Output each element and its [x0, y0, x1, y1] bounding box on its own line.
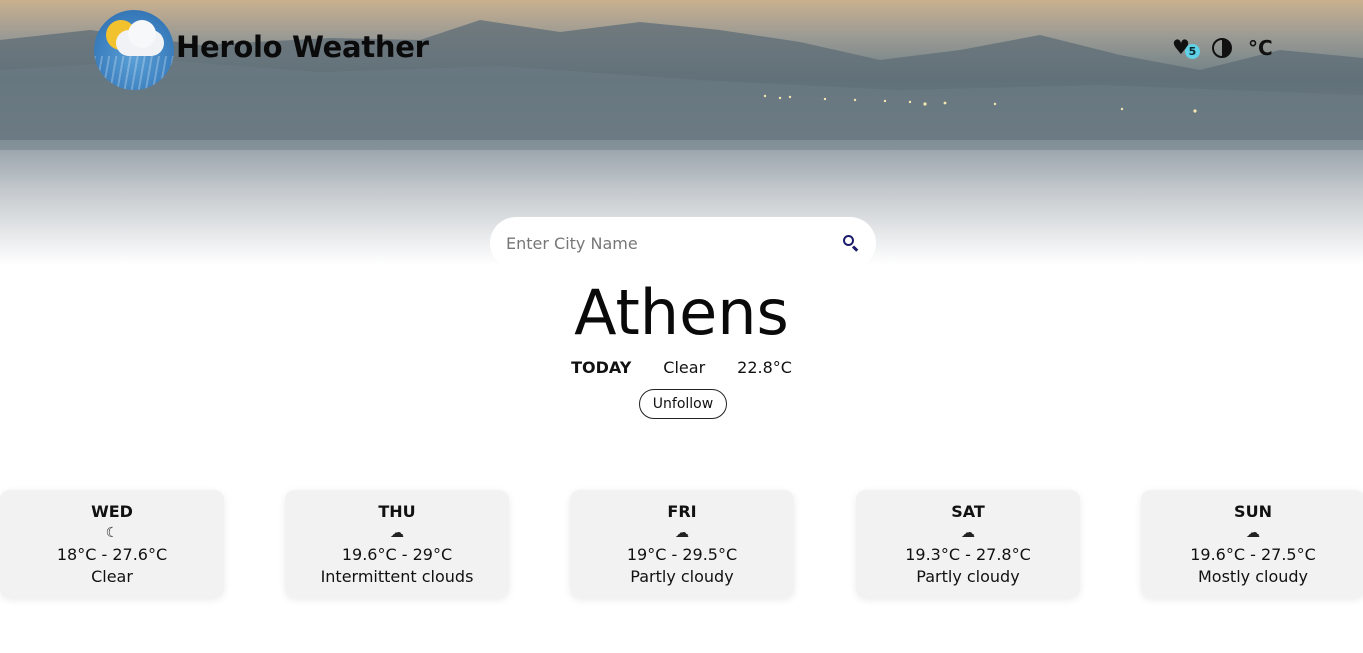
forecast-range: 19.3°C - 27.8°C [905, 545, 1031, 564]
search-bar [490, 217, 876, 269]
cloud-icon: ☁ [390, 525, 404, 541]
forecast-day: WED [91, 502, 133, 521]
moon-icon: ☾ [105, 525, 119, 541]
forecast-range: 19.6°C - 29°C [341, 545, 453, 564]
forecast-card[interactable]: THU ☁ 19.6°C - 29°C Intermittent clouds [285, 490, 509, 598]
city-name: Athens [574, 276, 789, 349]
current-temperature: 22.8°C [737, 358, 792, 377]
search-icon[interactable] [842, 234, 860, 252]
forecast-card[interactable]: SAT ☁ 19.3°C - 27.8°C Partly cloudy [856, 490, 1080, 598]
theme-toggle-icon[interactable] [1212, 38, 1232, 58]
forecast-list: WED ☾ 18°C - 27.6°C Clear THU ☁ 19.6°C -… [0, 490, 1363, 600]
favorites-count-badge: 5 [1185, 44, 1200, 59]
cloud-icon: ☁ [675, 525, 689, 541]
unfollow-button[interactable]: Unfollow [639, 389, 727, 419]
forecast-desc: Mostly cloudy [1198, 567, 1308, 586]
city-search-input[interactable] [506, 233, 842, 253]
forecast-day: SUN [1234, 502, 1272, 521]
today-label: TODAY [571, 358, 632, 377]
app-title[interactable]: Herolo Weather [176, 30, 429, 64]
forecast-range: 19°C - 29.5°C [626, 545, 738, 564]
app-logo[interactable] [94, 10, 174, 90]
forecast-desc: Intermittent clouds [320, 567, 474, 586]
forecast-desc: Partly cloudy [916, 567, 1020, 586]
forecast-day: SAT [951, 502, 985, 521]
forecast-desc: Partly cloudy [630, 567, 734, 586]
header-actions: ♥ 5 °C [1172, 34, 1273, 62]
cloud-icon: ☁ [961, 525, 975, 541]
forecast-card[interactable]: SUN ☁ 19.6°C - 27.5°C Mostly cloudy [1141, 490, 1363, 598]
cloud-icon: ☁ [1246, 525, 1260, 541]
favorites-button[interactable]: ♥ 5 [1172, 35, 1200, 61]
current-conditions: TODAY Clear 22.8°C [0, 358, 1363, 377]
unit-toggle-button[interactable]: °C [1248, 36, 1273, 60]
forecast-day: FRI [667, 502, 697, 521]
rain-icon [94, 56, 174, 90]
forecast-card[interactable]: WED ☾ 18°C - 27.6°C Clear [0, 490, 224, 598]
forecast-desc: Clear [91, 567, 133, 586]
forecast-range: 18°C - 27.6°C [56, 545, 168, 564]
forecast-range: 19.6°C - 27.5°C [1190, 545, 1316, 564]
forecast-day: THU [378, 502, 416, 521]
current-condition: Clear [663, 358, 706, 377]
forecast-card[interactable]: FRI ☁ 19°C - 29.5°C Partly cloudy [570, 490, 794, 598]
